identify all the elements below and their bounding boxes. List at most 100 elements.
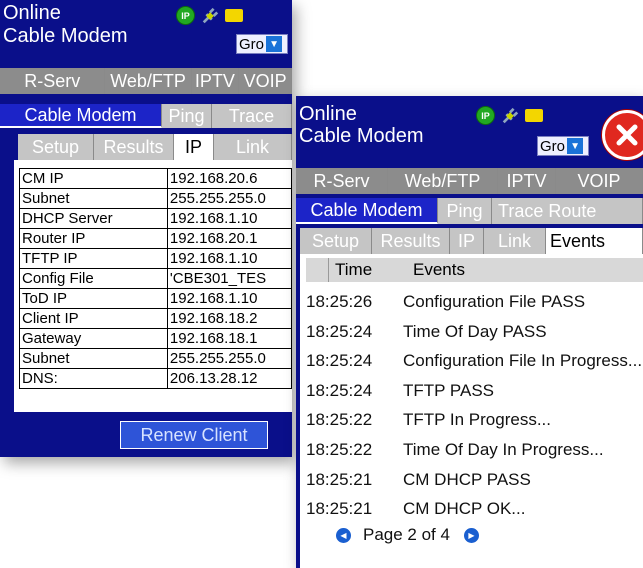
ip-row-label: DNS: <box>19 368 168 389</box>
tab-cable-modem[interactable]: Cable Modem <box>0 104 162 128</box>
ip-row-value: 255.255.255.0 <box>166 348 292 369</box>
event-time: 18:25:24 <box>306 321 373 341</box>
tab-iptv[interactable]: IPTV <box>191 68 240 94</box>
ip-row-value: 192.168.18.1 <box>166 328 292 349</box>
event-row: 18:25:26 Configuration File PASS <box>306 292 585 312</box>
tab-r-serv[interactable]: R-Serv <box>0 68 106 94</box>
close-icon <box>616 124 638 146</box>
event-time: 18:25:21 <box>306 499 373 519</box>
event-row: 18:25:24 TFTP PASS <box>306 381 494 401</box>
tab-link[interactable]: Link <box>214 134 292 160</box>
tab-events[interactable]: Events <box>546 228 643 254</box>
tabs-row-1: R-Serv Web/FTP IPTV VOIP <box>296 168 643 194</box>
tab-web-ftp[interactable]: Web/FTP <box>105 68 192 94</box>
tab-ip[interactable]: IP <box>450 228 484 254</box>
folder-icon <box>525 109 543 122</box>
ip-row-value: 'CBE301_TES <box>166 268 292 289</box>
event-text: CM DHCP OK... <box>403 499 526 519</box>
event-time: 18:25:22 <box>306 440 373 459</box>
tab-setup[interactable]: Setup <box>300 228 372 254</box>
ip-status-icon: IP <box>176 6 195 25</box>
event-row: 18:25:24 Time Of Day PASS <box>306 322 547 342</box>
group-select[interactable]: Gro ▼ <box>537 136 589 156</box>
events-header-time: Time <box>335 260 373 279</box>
events-panel: Time Events 18:25:26 Configuration File P… <box>300 254 643 568</box>
tab-ip[interactable]: IP <box>174 134 214 160</box>
event-row: 18:25:24 Configuration File In Progress..… <box>306 351 642 371</box>
ip-table-row: Client IP 192.168.18.2 <box>19 308 292 329</box>
folder-icon <box>225 9 243 22</box>
tab-r-serv[interactable]: R-Serv <box>296 168 388 194</box>
tab-iptv[interactable]: IPTV <box>498 168 556 194</box>
status-icons: IP <box>476 106 543 125</box>
ip-row-value: 192.168.20.1 <box>166 228 292 249</box>
event-row: 18:25:21 CM DHCP PASS <box>306 470 531 490</box>
ip-row-label: ToD IP <box>19 288 168 309</box>
pager: ◀ Page 2 of 4 ▶ <box>336 525 479 545</box>
ip-table-row: ToD IP 192.168.1.10 <box>19 288 292 309</box>
ip-row-label: Subnet <box>19 188 168 209</box>
ip-table-row: Subnet 255.255.255.0 <box>19 188 292 209</box>
previous-page-icon[interactable]: ◀ <box>336 527 351 543</box>
ip-table: CM IP 192.168.20.6 Subnet 255.255.255.0 DHCP… <box>19 168 292 389</box>
event-text: CM DHCP PASS <box>403 469 531 489</box>
next-page-icon[interactable]: ▶ <box>463 527 479 543</box>
ip-row-value: 192.168.20.6 <box>166 168 292 189</box>
ip-row-value: 192.168.1.10 <box>166 288 292 309</box>
tab-ping[interactable]: Ping <box>438 198 492 224</box>
events-header-events: Events <box>413 260 465 279</box>
event-time: 18:25:24 <box>306 380 373 400</box>
ip-panel: CM IP 192.168.20.6 Subnet 255.255.255.0 DHCP… <box>14 160 292 412</box>
close-button[interactable] <box>602 110 643 160</box>
tab-ping[interactable]: Ping <box>162 104 212 128</box>
ip-table-row: Subnet 255.255.255.0 <box>19 348 292 369</box>
tab-voip[interactable]: VOIP <box>239 68 292 94</box>
status-online: Online <box>299 103 357 125</box>
ip-table-row: Gateway 192.168.18.1 <box>19 328 292 349</box>
ip-row-value: 206.13.28.12 <box>166 368 292 389</box>
ip-table-row: Router IP 192.168.20.1 <box>19 228 292 249</box>
pager-text: Page 2 of 4 <box>363 525 450 544</box>
ip-table-row: CM IP 192.168.20.6 <box>19 168 292 189</box>
ip-status-icon: IP <box>476 106 495 125</box>
tab-link[interactable]: Link <box>484 228 546 254</box>
ip-row-label: DHCP Server <box>19 208 168 229</box>
event-text: TFTP PASS <box>403 380 495 400</box>
back-screen: Online Cable Modem IP Gro ▼ R-Serv Web/F… <box>0 0 292 457</box>
tab-results[interactable]: Results <box>94 134 174 160</box>
ip-table-row: DHCP Server 192.168.1.10 <box>19 208 292 229</box>
ip-row-label: Subnet <box>19 348 168 369</box>
chevron-down-icon[interactable]: ▼ <box>266 36 283 52</box>
ip-row-value: 255.255.255.0 <box>166 188 292 209</box>
tabs-row-3: Setup Results IP Link <box>18 134 292 160</box>
tab-voip[interactable]: VOIP <box>556 168 643 194</box>
tab-trace[interactable]: Trace <box>212 104 292 128</box>
event-row: 18:25:22 TFTP In Progress... <box>306 410 551 430</box>
tab-results[interactable]: Results <box>372 228 450 254</box>
tab-web-ftp[interactable]: Web/FTP <box>388 168 498 194</box>
chevron-down-icon[interactable]: ▼ <box>567 138 584 154</box>
tab-trace-route[interactable]: Trace Route <box>492 198 643 224</box>
event-text: TFTP In Progress... <box>403 410 552 430</box>
tabs-row-1: R-Serv Web/FTP IPTV VOIP <box>0 68 292 94</box>
event-time: 18:25:21 <box>306 469 373 489</box>
group-select[interactable]: Gro ▼ <box>236 34 288 54</box>
ip-row-value: 192.168.18.2 <box>166 308 292 329</box>
event-row: 18:25:22 Time Of Day In Progress... <box>306 440 604 460</box>
tab-setup[interactable]: Setup <box>18 134 94 160</box>
plug-icon <box>502 107 519 123</box>
tabs-row-2: Cable Modem Ping Trace Route <box>296 198 643 224</box>
events-header: Time Events <box>306 258 643 282</box>
ip-row-value: 192.168.1.10 <box>166 248 292 269</box>
group-select-value: Gro <box>239 35 265 53</box>
renew-client-button[interactable]: Renew Client <box>120 421 268 449</box>
event-text: Configuration File In Progress... <box>403 351 643 371</box>
tab-cable-modem[interactable]: Cable Modem <box>296 198 438 224</box>
ip-row-label: Config File <box>19 268 168 289</box>
ip-row-label: TFTP IP <box>19 248 168 269</box>
ip-row-label: Router IP <box>19 228 168 249</box>
tabs-row-2: Cable Modem Ping Trace <box>0 104 292 128</box>
ip-table-row: DNS: 206.13.28.12 <box>19 368 292 389</box>
event-text: Time Of Day PASS <box>403 321 547 341</box>
status-icons: IP <box>176 6 243 25</box>
